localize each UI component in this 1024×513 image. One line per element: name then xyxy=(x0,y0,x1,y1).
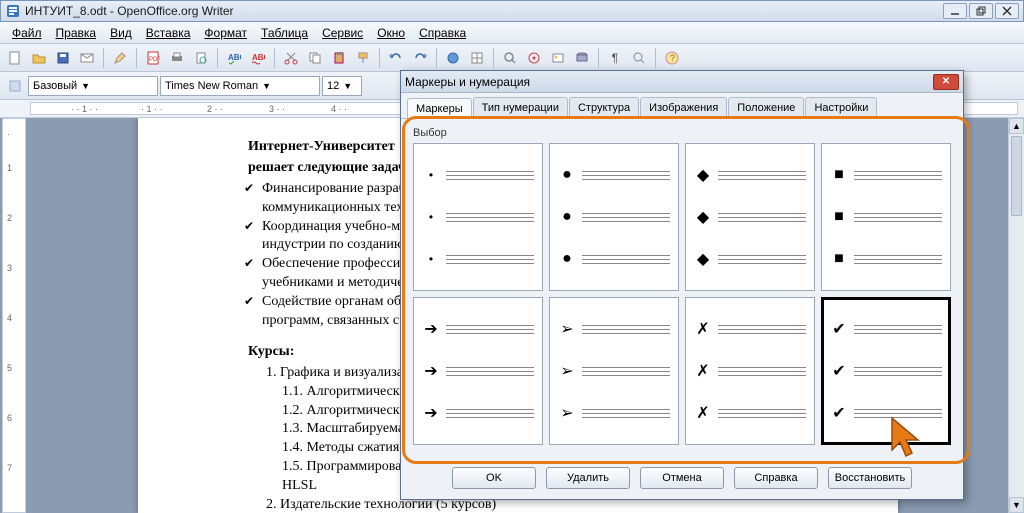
bullet-option-3[interactable]: ■ ■ ■ xyxy=(821,143,951,291)
redo-button[interactable] xyxy=(409,47,431,69)
styles-button[interactable] xyxy=(4,75,26,97)
close-button[interactable] xyxy=(995,3,1019,19)
dialog-body: Выбор • • • ● ● ● ◆ ◆ ◆ ■ ■ ■ xyxy=(401,119,963,453)
new-button[interactable] xyxy=(4,47,26,69)
svg-text:?: ? xyxy=(670,53,675,63)
menu-edit[interactable]: Правка xyxy=(50,24,103,42)
dialog-buttons: OK Удалить Отмена Справка Восстановить xyxy=(401,467,963,489)
paste-button[interactable] xyxy=(328,47,350,69)
menu-help[interactable]: Справка xyxy=(413,24,472,42)
standard-toolbar: PDF ABC ABC ¶ ? xyxy=(0,44,1024,72)
vertical-scrollbar[interactable]: ▲ ▼ xyxy=(1008,118,1024,513)
scroll-down-icon[interactable]: ▼ xyxy=(1009,497,1024,513)
scroll-thumb[interactable] xyxy=(1011,136,1022,216)
svg-text:ABC: ABC xyxy=(252,53,265,62)
format-paint-button[interactable] xyxy=(352,47,374,69)
selection-label: Выбор xyxy=(413,127,951,139)
svg-text:PDF: PDF xyxy=(149,57,160,63)
open-button[interactable] xyxy=(28,47,50,69)
vertical-ruler: · 1 2 3 4 5 6 7 xyxy=(2,118,26,513)
minimize-button[interactable] xyxy=(943,3,967,19)
dialog-tabs: Маркеры Тип нумерации Структура Изображе… xyxy=(401,93,963,119)
help-button[interactable]: ? xyxy=(661,47,683,69)
window-title: ИНТУИТ_8.odt - OpenOffice.org Writer xyxy=(25,4,943,18)
datasource-button[interactable] xyxy=(571,47,593,69)
find-button[interactable] xyxy=(499,47,521,69)
tab-position[interactable]: Положение xyxy=(728,97,804,118)
delete-button[interactable]: Удалить xyxy=(546,467,630,489)
save-button[interactable] xyxy=(52,47,74,69)
tab-markers[interactable]: Маркеры xyxy=(407,98,472,119)
dialog-title: Маркеры и нумерация xyxy=(405,75,933,89)
menu-tools[interactable]: Сервис xyxy=(316,24,369,42)
bullet-grid: • • • ● ● ● ◆ ◆ ◆ ■ ■ ■ ➔ ➔ ➔ xyxy=(413,143,951,445)
size-combo[interactable]: 12▼ xyxy=(322,76,362,96)
autospell-button[interactable]: ABC xyxy=(247,47,269,69)
menu-format[interactable]: Формат xyxy=(198,24,253,42)
menu-file[interactable]: Файл xyxy=(6,24,48,42)
bullet-option-4[interactable]: ➔ ➔ ➔ xyxy=(413,297,543,445)
scroll-up-icon[interactable]: ▲ xyxy=(1009,118,1024,134)
cancel-button[interactable]: Отмена xyxy=(640,467,724,489)
menu-view[interactable]: Вид xyxy=(104,24,138,42)
menubar: Файл Правка Вид Вставка Формат Таблица С… xyxy=(0,22,1024,44)
cut-button[interactable] xyxy=(280,47,302,69)
mail-button[interactable] xyxy=(76,47,98,69)
style-combo[interactable]: Базовый▼ xyxy=(28,76,158,96)
table-button[interactable] xyxy=(466,47,488,69)
reset-button[interactable]: Восстановить xyxy=(828,467,912,489)
restore-button[interactable] xyxy=(969,3,993,19)
edit-button[interactable] xyxy=(109,47,131,69)
tab-graphics[interactable]: Изображения xyxy=(640,97,727,118)
dialog-titlebar[interactable]: Маркеры и нумерация ✕ xyxy=(401,71,963,93)
spellcheck-button[interactable]: ABC xyxy=(223,47,245,69)
app-icon xyxy=(5,3,21,19)
cursor-annotation-icon xyxy=(888,416,928,462)
hyperlink-button[interactable] xyxy=(442,47,464,69)
svg-text:ABC: ABC xyxy=(228,53,241,62)
menu-table[interactable]: Таблица xyxy=(255,24,314,42)
bullet-option-1[interactable]: ● ● ● xyxy=(549,143,679,291)
preview-button[interactable] xyxy=(190,47,212,69)
bullet-option-5[interactable]: ➢ ➢ ➢ xyxy=(549,297,679,445)
menu-insert[interactable]: Вставка xyxy=(140,24,197,42)
tab-options[interactable]: Настройки xyxy=(805,97,877,118)
bullets-dialog: Маркеры и нумерация ✕ Маркеры Тип нумера… xyxy=(400,70,964,500)
ok-button[interactable]: OK xyxy=(452,467,536,489)
titlebar: ИНТУИТ_8.odt - OpenOffice.org Writer xyxy=(0,0,1024,22)
tab-numbering-type[interactable]: Тип нумерации xyxy=(473,97,568,118)
menu-window[interactable]: Окно xyxy=(371,24,411,42)
pdf-button[interactable]: PDF xyxy=(142,47,164,69)
nonprint-button[interactable]: ¶ xyxy=(604,47,626,69)
bullet-option-6[interactable]: ✗ ✗ ✗ xyxy=(685,297,815,445)
help-button[interactable]: Справка xyxy=(734,467,818,489)
tab-outline[interactable]: Структура xyxy=(569,97,639,118)
print-button[interactable] xyxy=(166,47,188,69)
undo-button[interactable] xyxy=(385,47,407,69)
bullet-option-0[interactable]: • • • xyxy=(413,143,543,291)
copy-button[interactable] xyxy=(304,47,326,69)
dialog-close-button[interactable]: ✕ xyxy=(933,74,959,90)
zoom-button[interactable] xyxy=(628,47,650,69)
font-combo[interactable]: Times New Roman▼ xyxy=(160,76,320,96)
gallery-button[interactable] xyxy=(547,47,569,69)
bullet-option-7[interactable]: ✔ ✔ ✔ xyxy=(821,297,951,445)
navigator-button[interactable] xyxy=(523,47,545,69)
bullet-option-2[interactable]: ◆ ◆ ◆ xyxy=(685,143,815,291)
